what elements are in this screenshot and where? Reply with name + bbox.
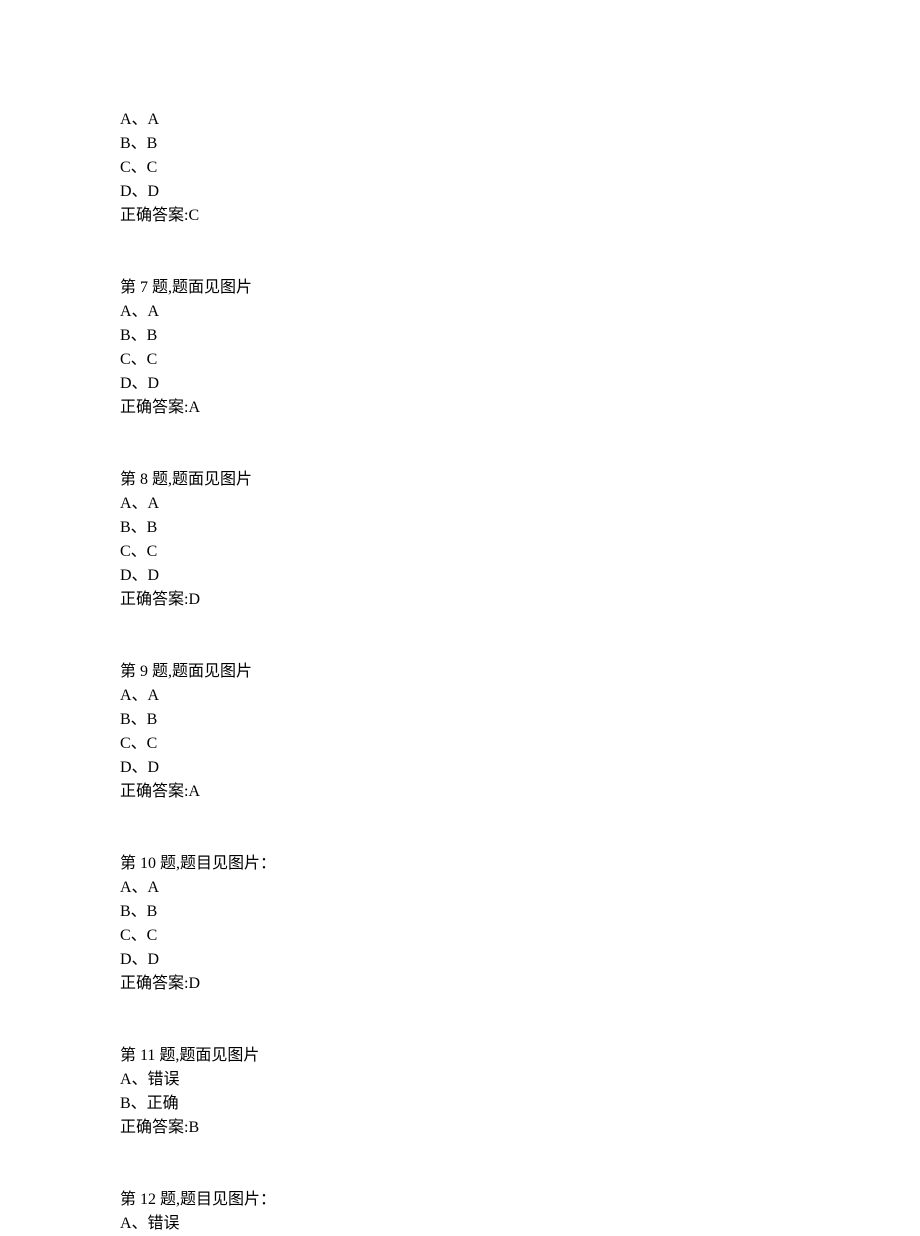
- question-header: 第 7 题,题面见图片: [120, 276, 920, 300]
- question-header: 第 9 题,题面见图片: [120, 660, 920, 684]
- option-d: D、D: [120, 180, 920, 204]
- option-a: A、A: [120, 876, 920, 900]
- question-header: 第 10 题,题目见图片：: [120, 852, 920, 876]
- option-b: B、B: [120, 324, 920, 348]
- option-a: A、A: [120, 300, 920, 324]
- question-block-7: 第 7 题,题面见图片 A、A B、B C、C D、D 正确答案:A: [120, 276, 920, 420]
- question-block-10: 第 10 题,题目见图片： A、A B、B C、C D、D 正确答案:D: [120, 852, 920, 996]
- correct-answer: 正确答案:D: [120, 972, 920, 996]
- option-a: A、错误: [120, 1068, 920, 1092]
- correct-answer: 正确答案:A: [120, 780, 920, 804]
- question-block-6: A、A B、B C、C D、D 正确答案:C: [120, 108, 920, 228]
- correct-answer: 正确答案:B: [120, 1116, 920, 1140]
- option-c: C、C: [120, 924, 920, 948]
- option-d: D、D: [120, 564, 920, 588]
- option-c: C、C: [120, 732, 920, 756]
- question-block-9: 第 9 题,题面见图片 A、A B、B C、C D、D 正确答案:A: [120, 660, 920, 804]
- question-block-11: 第 11 题,题面见图片 A、错误 B、正确 正确答案:B: [120, 1044, 920, 1140]
- option-b: B、B: [120, 132, 920, 156]
- option-d: D、D: [120, 948, 920, 972]
- option-a: A、A: [120, 492, 920, 516]
- option-a: A、错误: [120, 1212, 920, 1236]
- option-b: B、B: [120, 516, 920, 540]
- option-a: A、A: [120, 684, 920, 708]
- option-c: C、C: [120, 156, 920, 180]
- option-b: B、B: [120, 900, 920, 924]
- question-header: 第 12 题,题目见图片：: [120, 1188, 920, 1212]
- question-block-8: 第 8 题,题面见图片 A、A B、B C、C D、D 正确答案:D: [120, 468, 920, 612]
- option-b: B、正确: [120, 1092, 920, 1116]
- correct-answer: 正确答案:C: [120, 204, 920, 228]
- option-c: C、C: [120, 348, 920, 372]
- option-a: A、A: [120, 108, 920, 132]
- question-block-12: 第 12 题,题目见图片： A、错误: [120, 1188, 920, 1236]
- correct-answer: 正确答案:A: [120, 396, 920, 420]
- correct-answer: 正确答案:D: [120, 588, 920, 612]
- option-d: D、D: [120, 372, 920, 396]
- question-header: 第 11 题,题面见图片: [120, 1044, 920, 1068]
- option-d: D、D: [120, 756, 920, 780]
- question-header: 第 8 题,题面见图片: [120, 468, 920, 492]
- option-b: B、B: [120, 708, 920, 732]
- option-c: C、C: [120, 540, 920, 564]
